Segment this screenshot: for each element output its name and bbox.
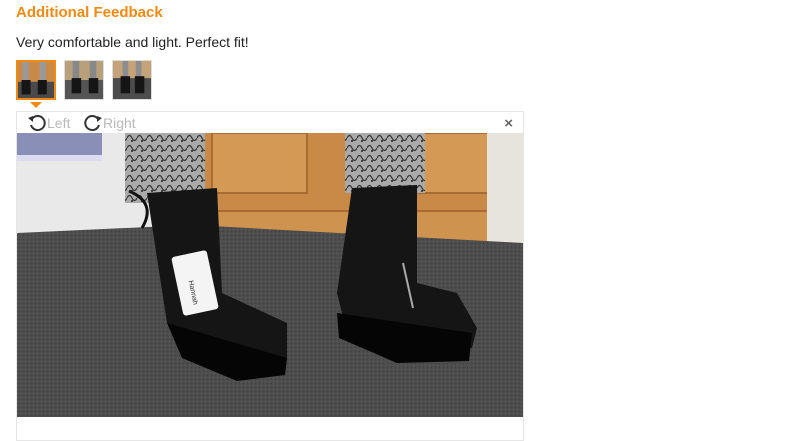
feedback-text: Very comfortable and light. Perfect fit! [16, 34, 249, 50]
feedback-heading: Additional Feedback [16, 4, 163, 21]
boots-photo: Hannah [17, 133, 523, 417]
rotate-left-button[interactable]: Left [27, 114, 70, 132]
rotate-left-icon [28, 115, 46, 132]
thumbnail-image [18, 62, 54, 98]
thumbnail-image [65, 61, 103, 99]
rotate-left-label: Left [47, 115, 71, 131]
rotate-right-label: Right [103, 115, 136, 131]
rotate-right-button[interactable]: Right [83, 114, 136, 132]
photo-thumbnail-1[interactable] [16, 60, 56, 100]
review-photo: Hannah [17, 133, 523, 417]
photo-thumbnail-2[interactable] [64, 60, 104, 100]
close-icon[interactable]: × [504, 116, 513, 132]
thumbnail-image [113, 61, 151, 99]
selected-thumbnail-caret [30, 102, 42, 108]
photo-thumbnail-3[interactable] [112, 60, 152, 100]
rotate-right-icon [84, 115, 102, 132]
image-viewer: Left Right × Hannah [16, 111, 524, 441]
